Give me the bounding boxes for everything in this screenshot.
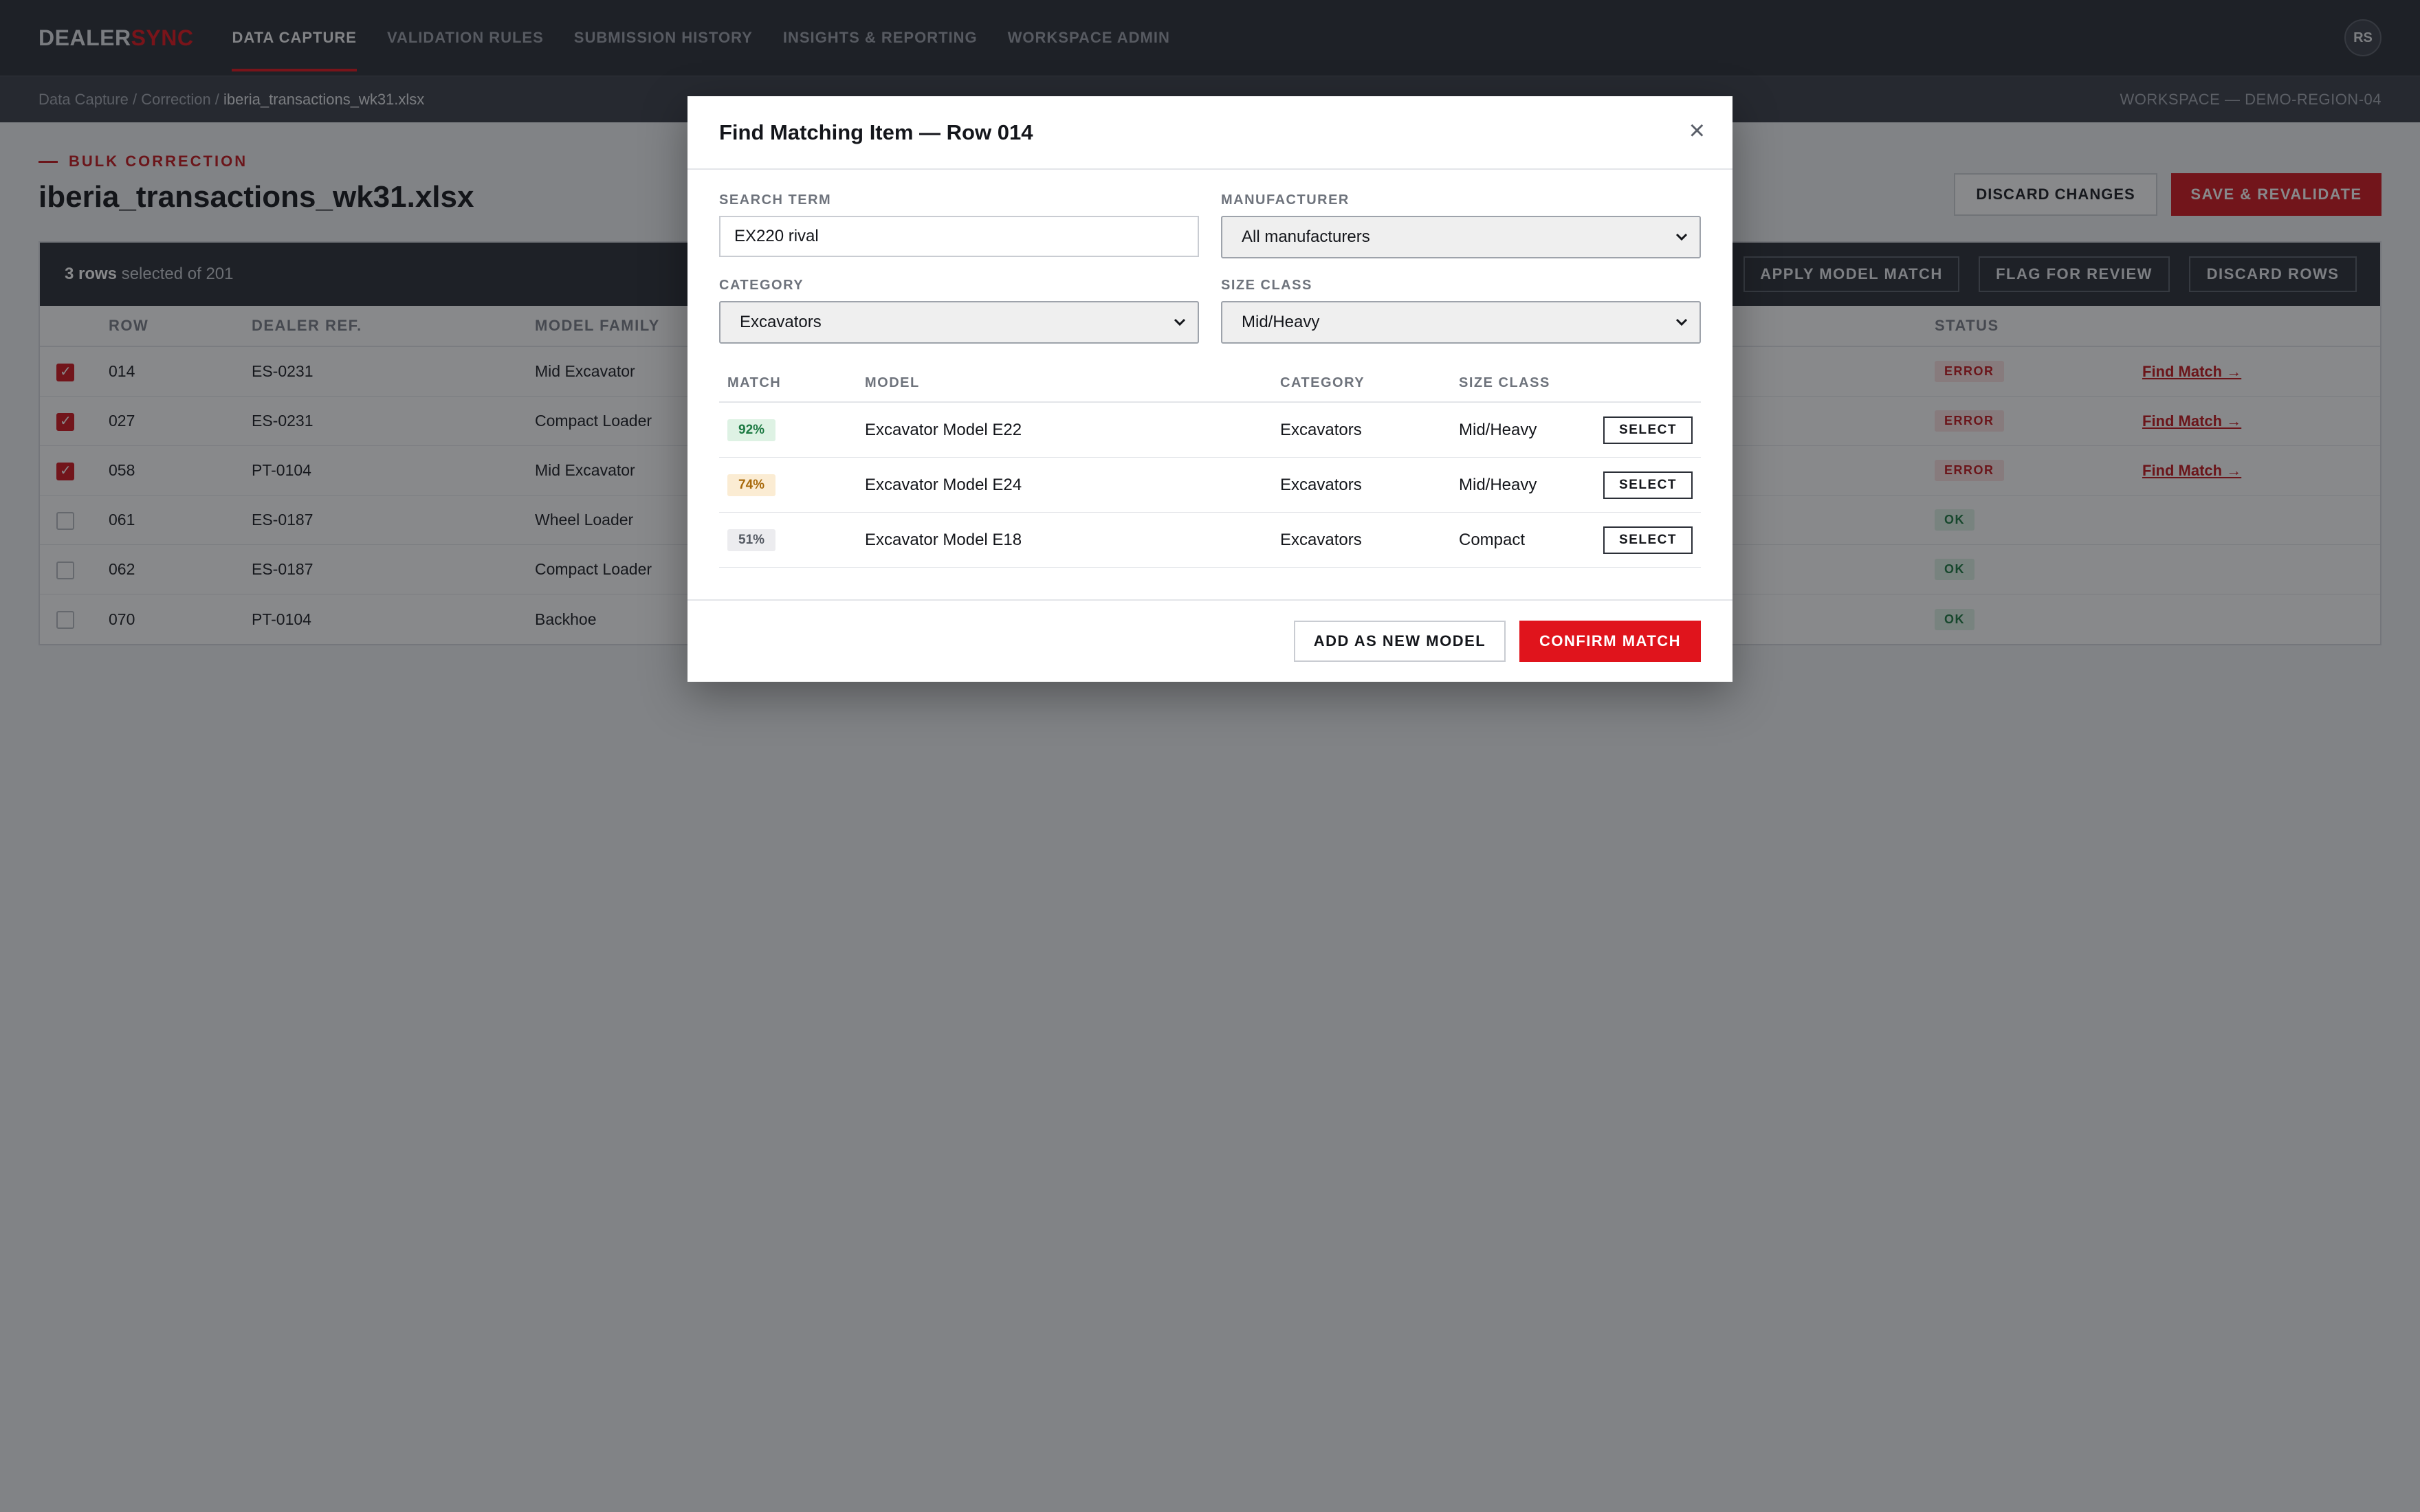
find-match-modal: Find Matching Item — Row 014 × SEARCH TE…	[688, 96, 1732, 682]
manufacturer-select[interactable]: All manufacturers	[1221, 216, 1701, 258]
manufacturer-value: All manufacturers	[1242, 227, 1370, 246]
manufacturer-label: MANUFACTURER	[1221, 192, 1350, 208]
match-score-badge: 92%	[727, 419, 776, 441]
confirm-match-button[interactable]: CONFIRM MATCH	[1519, 621, 1701, 662]
result-row[interactable]: 74% Excavator Model E24 Excavators Mid/H…	[719, 458, 1701, 513]
results-header: MATCH MODEL CATEGORY SIZE CLASS	[719, 364, 1701, 403]
result-row[interactable]: 51% Excavator Model E18 Excavators Compa…	[719, 513, 1701, 568]
chevron-down-icon	[1173, 312, 1187, 337]
select-button[interactable]: SELECT	[1603, 416, 1693, 444]
close-icon[interactable]: ×	[1689, 117, 1705, 144]
result-size-class: Mid/Heavy	[1459, 475, 1537, 494]
size-class-value: Mid/Heavy	[1242, 313, 1320, 331]
size-class-select[interactable]: Mid/Heavy	[1221, 301, 1701, 344]
search-input[interactable]: EX220 rival	[719, 216, 1199, 257]
category-select[interactable]: Excavators	[719, 301, 1199, 344]
modal-footer: ADD AS NEW MODEL CONFIRM MATCH	[688, 599, 1732, 682]
result-category: Excavators	[1280, 530, 1362, 549]
result-model: Excavator Model E22	[865, 420, 1022, 439]
result-size-class: Compact	[1459, 530, 1526, 549]
select-button[interactable]: SELECT	[1603, 471, 1693, 499]
select-button[interactable]: SELECT	[1603, 526, 1693, 554]
result-category: Excavators	[1280, 475, 1362, 494]
search-term-label: SEARCH TERM	[719, 192, 832, 208]
add-new-model-button[interactable]: ADD AS NEW MODEL	[1294, 621, 1506, 662]
match-score-badge: 51%	[727, 529, 776, 551]
col-match: MATCH	[727, 375, 782, 390]
modal-header: Find Matching Item — Row 014 ×	[688, 96, 1732, 170]
result-row[interactable]: 92% Excavator Model E22 Excavators Mid/H…	[719, 403, 1701, 458]
chevron-down-icon	[1675, 227, 1688, 252]
result-model: Excavator Model E24	[865, 475, 1022, 494]
modal-title: Find Matching Item — Row 014	[719, 120, 1033, 144]
chevron-down-icon	[1675, 312, 1688, 337]
col-size-class: SIZE CLASS	[1459, 375, 1550, 390]
match-results-table: MATCH MODEL CATEGORY SIZE CLASS 92% Exca…	[719, 364, 1701, 568]
size-class-label: SIZE CLASS	[1221, 278, 1312, 293]
category-value: Excavators	[740, 313, 822, 331]
col-category: CATEGORY	[1280, 375, 1365, 390]
category-label: CATEGORY	[719, 278, 804, 293]
result-category: Excavators	[1280, 420, 1362, 439]
result-size-class: Mid/Heavy	[1459, 420, 1537, 439]
result-model: Excavator Model E18	[865, 530, 1022, 549]
col-model: MODEL	[865, 375, 920, 390]
match-score-badge: 74%	[727, 474, 776, 496]
